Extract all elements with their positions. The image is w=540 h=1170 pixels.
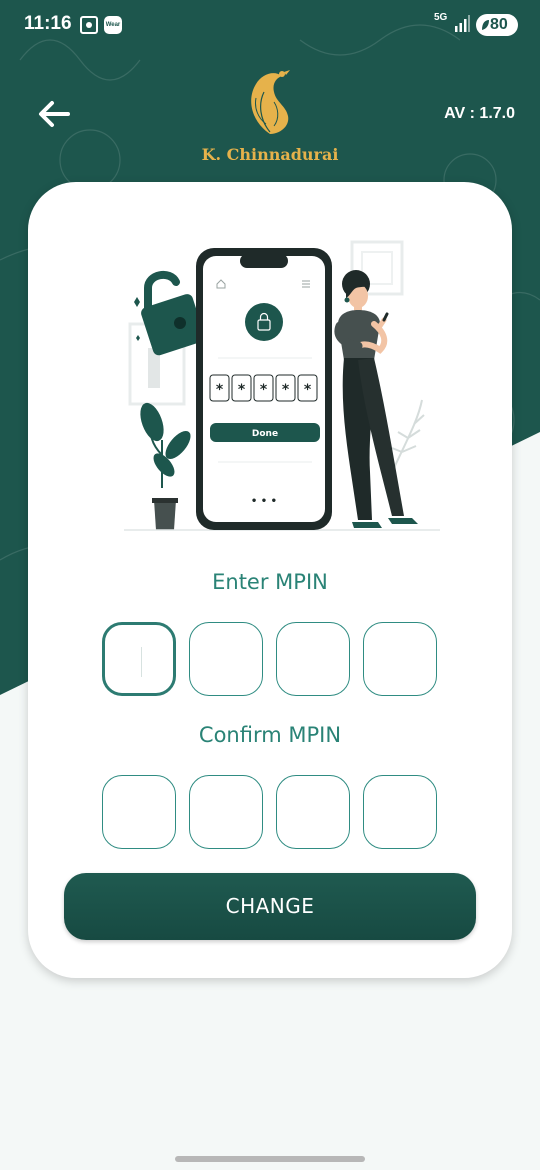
screenshot-icon bbox=[80, 16, 98, 34]
enter-mpin-digit-2[interactable] bbox=[189, 622, 263, 696]
network-type: 5G bbox=[434, 12, 448, 23]
text-cursor bbox=[141, 647, 142, 677]
app-version: AV : 1.7.0 bbox=[444, 105, 515, 122]
wear-notification-icon: Wear bbox=[104, 16, 122, 34]
otp-digit: * bbox=[216, 382, 224, 398]
change-button[interactable]: CHANGE bbox=[64, 873, 476, 940]
done-label: Done bbox=[252, 429, 278, 439]
confirm-mpin-digit-4[interactable] bbox=[363, 775, 437, 849]
enter-mpin-label: Enter MPIN bbox=[212, 570, 328, 594]
peacock-feather-logo bbox=[251, 70, 290, 134]
confirm-mpin-digit-1[interactable] bbox=[102, 775, 176, 849]
woman-illustration bbox=[334, 270, 418, 528]
confirm-mpin-row bbox=[102, 775, 438, 849]
confirm-mpin-digit-3[interactable] bbox=[276, 775, 350, 849]
otp-digit: * bbox=[282, 382, 290, 398]
confirm-mpin-label: Confirm MPIN bbox=[198, 723, 342, 747]
battery-saver-icon bbox=[482, 20, 489, 30]
otp-digit: * bbox=[260, 382, 268, 398]
status-bar: 11:16 Wear 5G 80 bbox=[0, 0, 540, 52]
otp-boxes: * * * * * bbox=[209, 374, 318, 402]
enter-mpin-digit-1[interactable] bbox=[102, 622, 176, 696]
otp-digit: * bbox=[304, 382, 312, 398]
brand-name: K. Chinnadurai bbox=[201, 145, 339, 164]
plant-illustration bbox=[140, 402, 191, 530]
menu-dots: • • • bbox=[251, 496, 277, 507]
mpin-card: * * * * * Done • • • Enter MPIN Confirm … bbox=[28, 182, 512, 978]
phone-illustration: * * * * * Done • • • bbox=[196, 248, 332, 530]
confirm-mpin-digit-2[interactable] bbox=[189, 775, 263, 849]
enter-mpin-digit-3[interactable] bbox=[276, 622, 350, 696]
enter-mpin-digit-4[interactable] bbox=[363, 622, 437, 696]
battery-indicator: 80 bbox=[476, 14, 518, 36]
security-illustration: * * * * * Done • • • bbox=[124, 240, 440, 531]
enter-mpin-row bbox=[102, 622, 438, 696]
home-indicator[interactable] bbox=[175, 1156, 365, 1162]
fern-illustration bbox=[391, 399, 425, 469]
signal-icon bbox=[455, 15, 470, 32]
status-time: 11:16 bbox=[24, 13, 72, 34]
battery-level: 80 bbox=[490, 16, 508, 33]
arrow-left-icon[interactable] bbox=[36, 96, 72, 132]
otp-digit: * bbox=[238, 382, 246, 398]
